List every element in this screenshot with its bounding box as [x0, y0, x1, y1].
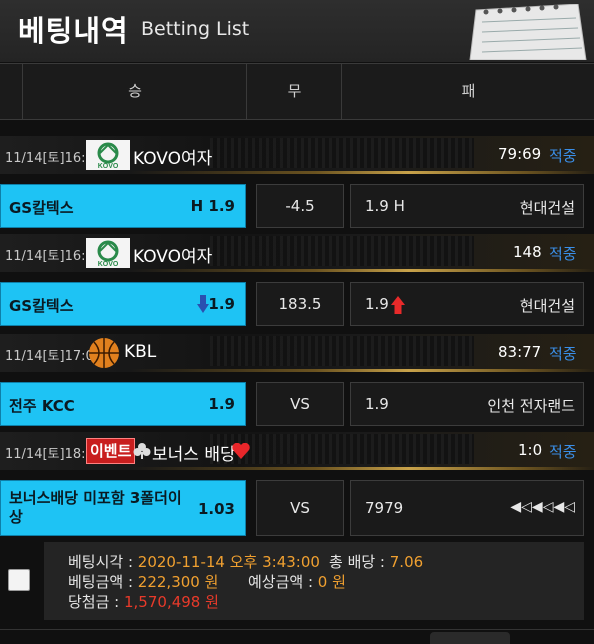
home-odd: 1.9 [208, 295, 235, 313]
home-bet-button[interactable]: 보너스배당 미포함 3폴더이상 1.03 [0, 480, 246, 536]
under-arrow-icon [197, 295, 209, 313]
away-team: 현대건설 [519, 199, 575, 217]
page-subtitle: Betting List [141, 18, 250, 40]
home-team: 보너스배당 미포함 3폴더이상 [9, 489, 182, 526]
match-league: KBL [124, 342, 157, 362]
away-bet-button[interactable]: 1.9 현대건설 [350, 282, 584, 326]
home-bet-button[interactable]: 전주 KCC 1.9 [0, 382, 246, 426]
svg-text:KOVO: KOVO [98, 163, 119, 170]
match-row: 11/14[토]16:00 KOVO KOVO여자 79:69 적중 [0, 136, 594, 174]
svg-text:KOVO: KOVO [98, 261, 119, 268]
bet-amount-value: 222,300 원 [137, 573, 219, 591]
match-row: 11/14[토]18:00 이벤트 보너스 배당 1:0 적중 [0, 432, 594, 470]
away-bet-button[interactable]: 1.9 H 현대건설 [350, 184, 584, 228]
home-team: GS칼텍스 [9, 199, 74, 217]
divider [0, 629, 594, 630]
match-league: KOVO여자 [133, 247, 213, 267]
home-odd: H 1.9 [190, 197, 235, 215]
win-amount-label: 당첨금 : [68, 593, 124, 611]
bet-summary: 베팅시각 : 2020-11-14 오후 3:43:00 총 배당 : 7.06… [44, 542, 584, 620]
match-score: 83:77 [498, 343, 542, 361]
notepad-icon [469, 4, 587, 60]
away-odd: 7979 [365, 499, 404, 517]
column-spacer [0, 64, 22, 119]
bet-time-label: 베팅시각 : [68, 553, 138, 571]
page-title: 베팅내역 [18, 14, 129, 48]
home-bet-button[interactable]: GS칼텍스 H 1.9 [0, 184, 246, 228]
kovo-logo-icon: KOVO [86, 238, 130, 268]
away-bet-button[interactable]: 7979 ◀◁◀◁◀◁ [350, 480, 584, 536]
bet-row: GS칼텍스 H 1.9 -4.5 1.9 H 현대건설 [0, 184, 594, 228]
bet-time-value: 2020-11-14 오후 3:43:00 [137, 553, 320, 571]
bet-amount-label: 베팅금액 : [68, 573, 138, 591]
match-status: 적중 [549, 147, 577, 165]
bottom-button[interactable] [430, 632, 510, 644]
over-arrow-icon [391, 296, 405, 314]
home-odd: 1.03 [197, 500, 235, 518]
bet-row: GS칼텍스 1.9 183.5 1.9 현대건설 [0, 282, 594, 326]
expected-amount-label: 예상금액 : [248, 573, 318, 591]
match-score: 148 [513, 243, 542, 261]
away-odd: 1.9 [365, 395, 389, 413]
home-bet-button[interactable]: GS칼텍스 1.9 [0, 282, 246, 326]
away-team: 현대건설 [519, 297, 575, 315]
home-odd: 1.9 [208, 395, 235, 413]
match-row: 11/14[토]17:00 KBL 83:77 적중 [0, 334, 594, 372]
total-odds-value: 7.06 [389, 553, 424, 571]
column-lose: 패 [341, 64, 594, 119]
basketball-icon [89, 338, 119, 368]
match-score: 1:0 [518, 441, 543, 459]
heart-icon [232, 443, 250, 459]
bet-time-line: 베팅시각 : 2020-11-14 오후 3:43:00 [68, 551, 320, 572]
draw-bet-button[interactable]: VS [256, 480, 344, 536]
home-team: GS칼텍스 [9, 297, 74, 315]
total-odds-label: 총 배당 : [329, 553, 390, 571]
away-odd: 1.9 H [365, 197, 405, 215]
club-icon [133, 443, 151, 459]
page-header: 베팅내역 Betting List [0, 0, 594, 62]
bet-row: 전주 KCC 1.9 VS 1.9 인천 전자랜드 [0, 382, 594, 426]
bet-amount-line: 베팅금액 : 222,300 원 [68, 571, 218, 592]
match-league: 보너스 배당 [152, 445, 236, 465]
draw-bet-button[interactable]: VS [256, 382, 344, 426]
bet-row: 보너스배당 미포함 3폴더이상 1.03 VS 7979 ◀◁◀◁◀◁ [0, 480, 594, 536]
column-header: 승 무 패 [0, 63, 594, 120]
away-bet-button[interactable]: 1.9 인천 전자랜드 [350, 382, 584, 426]
total-odds-line: 총 배당 : 7.06 [329, 551, 423, 572]
win-amount-value: 1,570,498 원 [124, 593, 219, 611]
column-win: 승 [22, 64, 247, 119]
away-odd: 1.9 [365, 295, 389, 313]
match-status: 적중 [549, 443, 577, 461]
column-draw: 무 [246, 64, 342, 119]
win-amount-line: 당첨금 : 1,570,498 원 [68, 591, 219, 612]
away-team: 인천 전자랜드 [487, 397, 575, 415]
match-status: 적중 [549, 345, 577, 363]
event-badge: 이벤트 [86, 438, 136, 464]
draw-bet-button[interactable]: 183.5 [256, 282, 344, 326]
expected-amount-value: 0 원 [317, 573, 346, 591]
match-league: KOVO여자 [133, 149, 213, 169]
kovo-logo-icon: KOVO [86, 140, 130, 170]
home-team: 전주 KCC [9, 397, 75, 415]
draw-bet-button[interactable]: -4.5 [256, 184, 344, 228]
match-row: 11/14[토]16:00 KOVO KOVO여자 148 적중 [0, 234, 594, 272]
match-status: 적중 [549, 245, 577, 263]
select-checkbox[interactable] [8, 569, 30, 591]
away-team: ◀◁◀◁◀◁ [510, 499, 575, 515]
expected-amount-line: 예상금액 : 0 원 [248, 571, 346, 592]
match-score: 79:69 [498, 145, 542, 163]
